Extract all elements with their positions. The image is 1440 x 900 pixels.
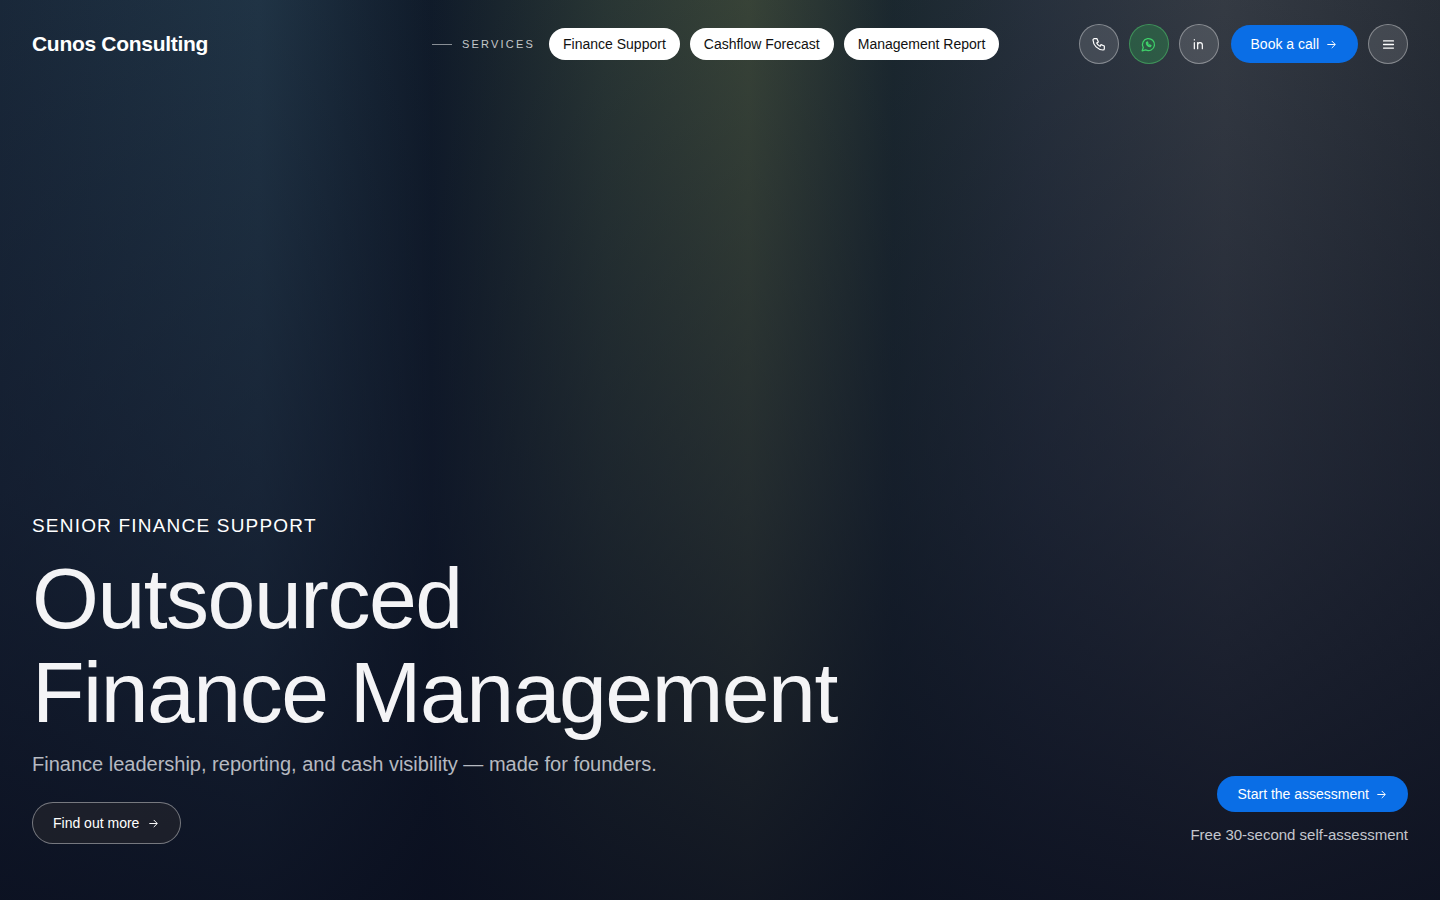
assessment-note: Free 30-second self-assessment [1190, 826, 1408, 843]
nav-pill[interactable]: Management Report [844, 28, 1000, 60]
nav-pill[interactable]: Cashflow Forecast [690, 28, 834, 60]
hero-page: Cunos Consulting SERVICES Finance Support C… [0, 0, 1440, 900]
hero-subtitle: Finance leadership, reporting, and cash … [32, 753, 837, 776]
linkedin-button[interactable] [1179, 24, 1219, 64]
title-line: Finance Management [32, 645, 837, 739]
hero-content: SENIOR FINANCE SUPPORTOutsourcedFinance … [32, 515, 837, 844]
arrow-right-icon [1325, 38, 1338, 51]
brand-logo[interactable]: Cunos Consulting [32, 32, 208, 56]
title-line: Outsourced [32, 551, 837, 645]
find-out-more-label: Find out more [53, 815, 139, 831]
phone-button[interactable] [1079, 24, 1119, 64]
book-call-button[interactable]: Book a call [1231, 25, 1358, 63]
menu-button[interactable] [1368, 24, 1408, 64]
menu-icon [1380, 36, 1397, 53]
start-assessment-button[interactable]: Start the assessment [1217, 776, 1408, 812]
linkedin-icon [1191, 36, 1207, 52]
find-out-more-button[interactable]: Find out more [32, 802, 181, 844]
whatsapp-button[interactable] [1129, 24, 1169, 64]
book-call-label: Book a call [1251, 36, 1319, 52]
arrow-right-icon [1375, 788, 1388, 801]
site-header: Cunos Consulting SERVICES Finance Support C… [0, 0, 1440, 64]
phone-icon [1091, 36, 1107, 52]
whatsapp-icon [1140, 36, 1157, 53]
nav-label: SERVICES [462, 38, 535, 50]
nav-pill[interactable]: Finance Support [549, 28, 680, 60]
hero-title: OutsourcedFinance Management [32, 551, 837, 739]
hero-eyebrow: SENIOR FINANCE SUPPORT [32, 515, 837, 537]
services-nav: SERVICES Finance Support Cashflow Forecast… [432, 28, 999, 60]
arrow-right-icon [147, 817, 160, 830]
header-actions: Book a call [1079, 24, 1408, 64]
start-assessment-label: Start the assessment [1237, 786, 1369, 802]
nav-divider [432, 44, 452, 45]
assessment-panel: Start the assessment Free 30-second self-… [1190, 776, 1408, 844]
hero: SENIOR FINANCE SUPPORTOutsourcedFinance … [0, 515, 1440, 900]
spacer [0, 64, 1440, 515]
